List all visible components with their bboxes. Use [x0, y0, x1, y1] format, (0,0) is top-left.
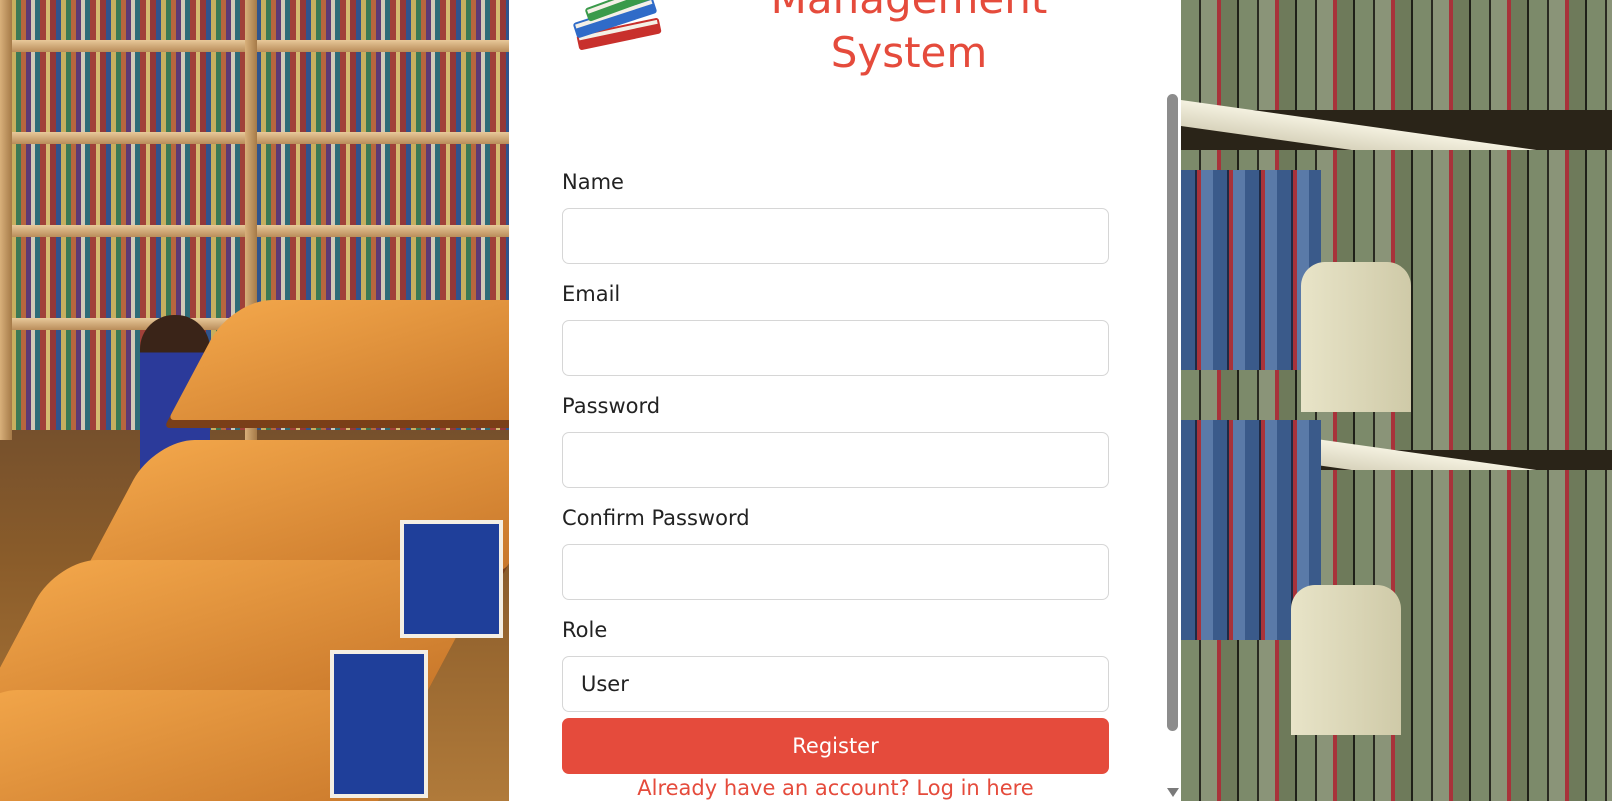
email-label: Email [562, 282, 621, 306]
books-stack-icon [573, 0, 662, 50]
role-label: Role [562, 618, 608, 642]
scrollbar[interactable] [1163, 0, 1181, 801]
role-selected-value: User [581, 672, 629, 696]
login-link[interactable]: Already have an account? Log in here [562, 776, 1109, 800]
password-input[interactable] [562, 432, 1109, 488]
confirm-password-input[interactable] [562, 544, 1109, 600]
title-line-2: System [830, 28, 988, 77]
name-input[interactable] [562, 208, 1109, 264]
role-select[interactable]: User [562, 656, 1109, 712]
password-label: Password [562, 394, 661, 418]
confirm-password-label: Confirm Password [562, 506, 750, 530]
scroll-down-arrow-icon[interactable] [1167, 788, 1179, 797]
library-background-right [1181, 0, 1612, 801]
register-panel: Management System Name Email Password Co… [509, 0, 1181, 801]
page-title: Management System [694, 0, 1124, 80]
register-button[interactable]: Register [562, 718, 1109, 774]
library-background-left [0, 0, 509, 801]
email-input[interactable] [562, 320, 1109, 376]
scrollbar-thumb[interactable] [1167, 94, 1178, 731]
title-line-1: Management [771, 0, 1048, 23]
register-page: Management System Name Email Password Co… [0, 0, 1612, 801]
name-label: Name [562, 170, 624, 194]
register-form: Name Email Password Confirm Password Rol… [562, 166, 1109, 774]
